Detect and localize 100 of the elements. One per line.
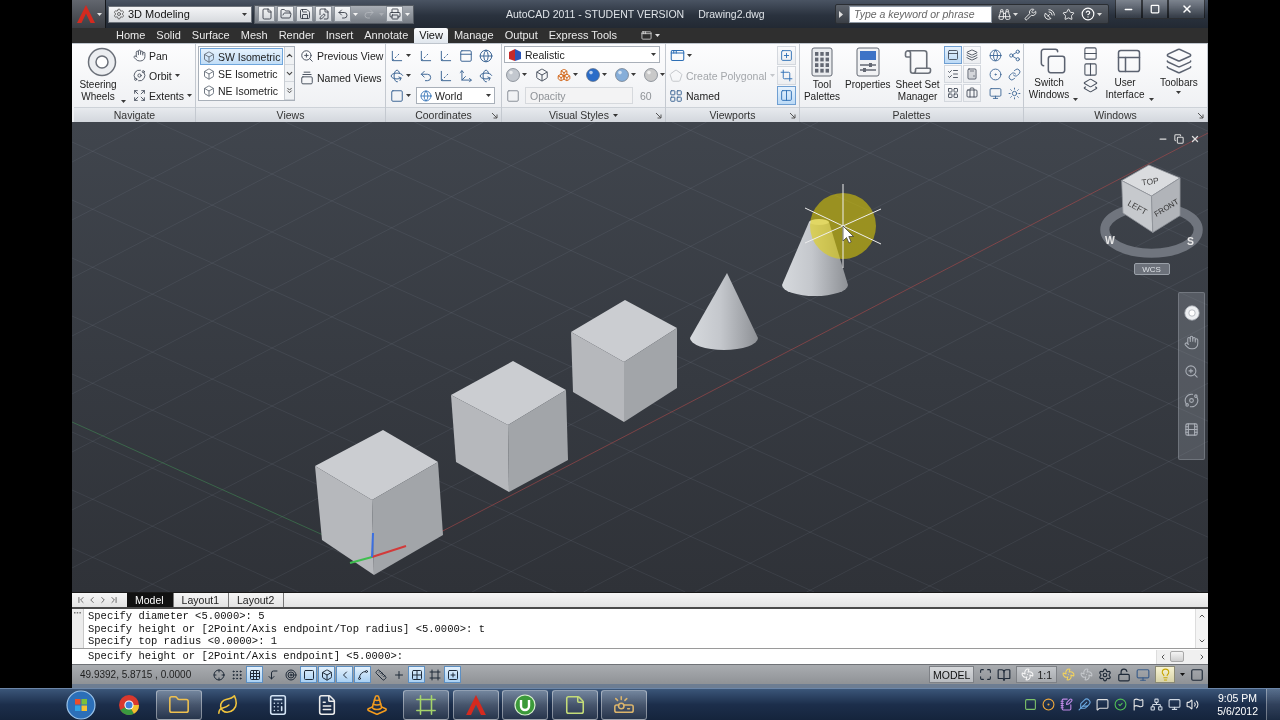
- globe-icon[interactable]: [989, 48, 1003, 62]
- rotate-axes-icon[interactable]: [390, 68, 404, 83]
- viewport-toggle-button[interactable]: [776, 66, 796, 85]
- open-button[interactable]: [277, 6, 294, 22]
- dialog-launcher-icon[interactable]: [655, 111, 662, 119]
- globe-icon[interactable]: [478, 48, 493, 63]
- window-minimize-button[interactable]: [1115, 0, 1142, 19]
- target-icon[interactable]: [1042, 698, 1056, 711]
- dialog-launcher-icon[interactable]: [491, 111, 498, 119]
- viewport-toggle-button[interactable]: [776, 86, 796, 105]
- steering-wheels-button[interactable]: Steering Wheels: [76, 46, 127, 103]
- share-icon[interactable]: [1008, 48, 1022, 62]
- window-close-button[interactable]: [1168, 0, 1205, 19]
- caret-icon[interactable]: [602, 73, 607, 76]
- panel-icon[interactable]: [458, 48, 473, 63]
- target-icon[interactable]: [989, 67, 1003, 81]
- clock-date[interactable]: 5/6/2012: [1217, 704, 1258, 718]
- move-axes-icon[interactable]: [458, 68, 473, 83]
- palette-button[interactable]: Sheet Set Manager: [893, 46, 942, 103]
- palette-toggle-button[interactable]: [962, 65, 981, 83]
- undo-icon[interactable]: [418, 68, 433, 83]
- application-menu-button[interactable]: [72, 0, 106, 28]
- cube-icon[interactable]: [535, 67, 549, 82]
- orbit-icon[interactable]: [1184, 393, 1199, 408]
- caret-icon[interactable]: [1097, 12, 1102, 16]
- caret-icon[interactable]: [687, 54, 692, 57]
- ribbon-tab[interactable]: Solid: [151, 28, 186, 43]
- window-tool-button[interactable]: User Interface: [1102, 46, 1155, 101]
- network-icon[interactable]: [1150, 698, 1164, 711]
- open-book-icon[interactable]: [997, 667, 1012, 682]
- right-triangle-icon[interactable]: [839, 10, 843, 18]
- sphere-icon[interactable]: [586, 67, 600, 82]
- extents-button[interactable]: Extents: [132, 86, 194, 105]
- palette-toggle-button[interactable]: [962, 84, 981, 102]
- ribbon-tab[interactable]: Express Tools: [543, 28, 622, 43]
- vertical-scrollbar[interactable]: [1195, 609, 1208, 648]
- pan-button[interactable]: Pan: [132, 46, 194, 65]
- chat-icon[interactable]: [1096, 698, 1110, 711]
- ucs-menu-button[interactable]: WCS: [1133, 263, 1170, 275]
- previous-tab-icon[interactable]: [87, 595, 97, 605]
- taskbar-app-button[interactable]: [403, 689, 449, 720]
- orbit-button[interactable]: Orbit: [132, 66, 194, 85]
- palette-toggle-button[interactable]: [943, 46, 962, 64]
- previous-view-button[interactable]: Previous View: [299, 46, 385, 65]
- drafting-toggle-button[interactable]: [336, 666, 353, 683]
- caret-icon[interactable]: [573, 73, 578, 76]
- square-icon[interactable]: [1190, 667, 1204, 682]
- palette-button[interactable]: Properties: [844, 46, 892, 91]
- ribbon-tab[interactable]: Surface: [186, 28, 235, 43]
- named-viewports-button[interactable]: Named: [668, 86, 776, 105]
- window-maximize-button[interactable]: [1142, 0, 1168, 19]
- axes-icon[interactable]: [438, 48, 453, 63]
- speaker-icon[interactable]: [1186, 698, 1200, 711]
- drafting-toggle-button[interactable]: [354, 666, 371, 683]
- taskbar-app-button[interactable]: [502, 689, 548, 720]
- window-tool-button[interactable]: Toolbars: [1159, 46, 1199, 94]
- cascade-icon[interactable]: [1083, 78, 1098, 93]
- annotation-scale-button[interactable]: 1:1: [1016, 666, 1057, 683]
- search-field[interactable]: Type a keyword or phrase: [849, 5, 992, 23]
- square-icon[interactable]: [1024, 698, 1038, 711]
- caret-icon[interactable]: [1180, 673, 1185, 676]
- hand-icon[interactable]: [1184, 335, 1199, 350]
- caret-icon[interactable]: [406, 54, 411, 57]
- palette-toggle-button[interactable]: [962, 46, 981, 64]
- corner-brackets-icon[interactable]: [979, 668, 993, 681]
- ribbon-tab[interactable]: Manage: [448, 28, 499, 43]
- taskbar-app-button[interactable]: [155, 689, 202, 720]
- view-cube-icon[interactable]: [1100, 164, 1203, 258]
- rotate-axes-icon[interactable]: [478, 68, 493, 83]
- palette-toggle-button[interactable]: [943, 84, 962, 102]
- axes-icon[interactable]: [438, 68, 453, 83]
- ribbon-tab[interactable]: Render: [273, 28, 320, 43]
- check-circle-icon[interactable]: [1114, 698, 1128, 711]
- ribbon-tab[interactable]: Insert: [320, 28, 359, 43]
- drafting-toggle-button[interactable]: [444, 666, 461, 683]
- viewport-toggle-button[interactable]: [776, 46, 796, 65]
- link-icon[interactable]: [1008, 67, 1022, 81]
- clock-time[interactable]: 9:05 PM: [1218, 691, 1258, 705]
- axes-icon[interactable]: [390, 48, 404, 63]
- ucs-dropdown[interactable]: World: [416, 87, 495, 104]
- drafting-toggle-button[interactable]: [210, 666, 227, 683]
- flag-icon[interactable]: [1132, 698, 1146, 711]
- ribbon-tab[interactable]: Annotate: [359, 28, 414, 43]
- view-list-item[interactable]: SE Isometric: [200, 65, 284, 82]
- next-tab-icon[interactable]: [98, 595, 108, 605]
- double-chevron-icon[interactable]: [285, 86, 295, 96]
- save-as-button[interactable]: [315, 6, 332, 22]
- taskbar-app-button[interactable]: [551, 689, 598, 720]
- ribbon-tab[interactable]: Home: [111, 28, 151, 43]
- binoculars-icon[interactable]: [998, 7, 1011, 21]
- drafting-toggle-button[interactable]: [408, 666, 425, 683]
- new-button[interactable]: [258, 6, 275, 22]
- plot-button[interactable]: [386, 6, 403, 22]
- view-list-item[interactable]: NE Isometric: [200, 82, 284, 99]
- lightbulb-button[interactable]: [1155, 666, 1175, 683]
- caret-icon[interactable]: [406, 94, 411, 97]
- caret-icon[interactable]: [406, 74, 411, 77]
- gear-icon[interactable]: [1098, 667, 1112, 682]
- magnifier-icon[interactable]: [1184, 364, 1199, 379]
- scroll-thumb[interactable]: [1170, 651, 1184, 662]
